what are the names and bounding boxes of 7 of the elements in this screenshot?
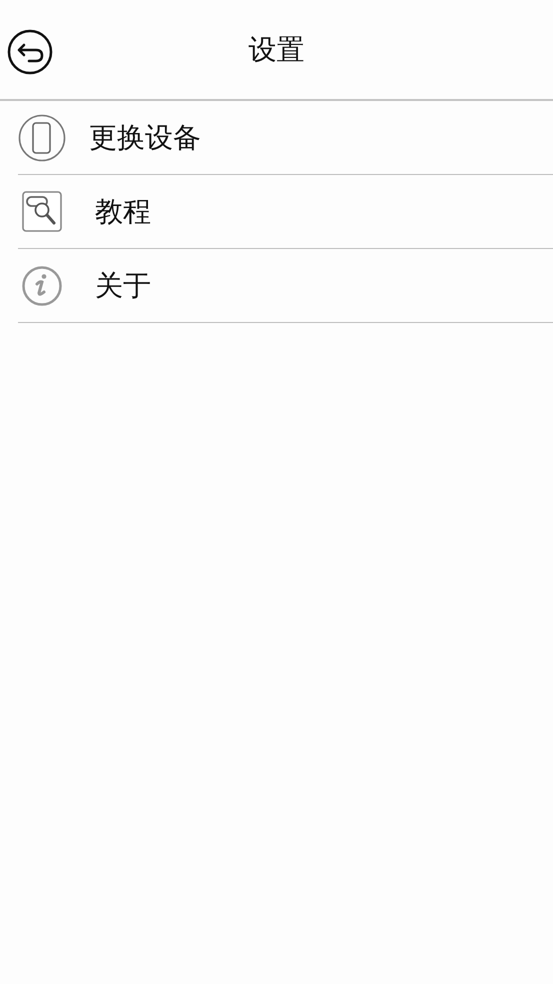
back-button[interactable] — [7, 29, 53, 75]
phone-icon — [18, 114, 66, 162]
menu-item[interactable]: 关于 — [18, 249, 553, 323]
menu-item[interactable]: 教程 — [18, 175, 553, 249]
page-title: 设置 — [248, 36, 304, 64]
menu-item[interactable]: 更换设备 — [18, 101, 553, 175]
back-icon — [7, 29, 53, 75]
